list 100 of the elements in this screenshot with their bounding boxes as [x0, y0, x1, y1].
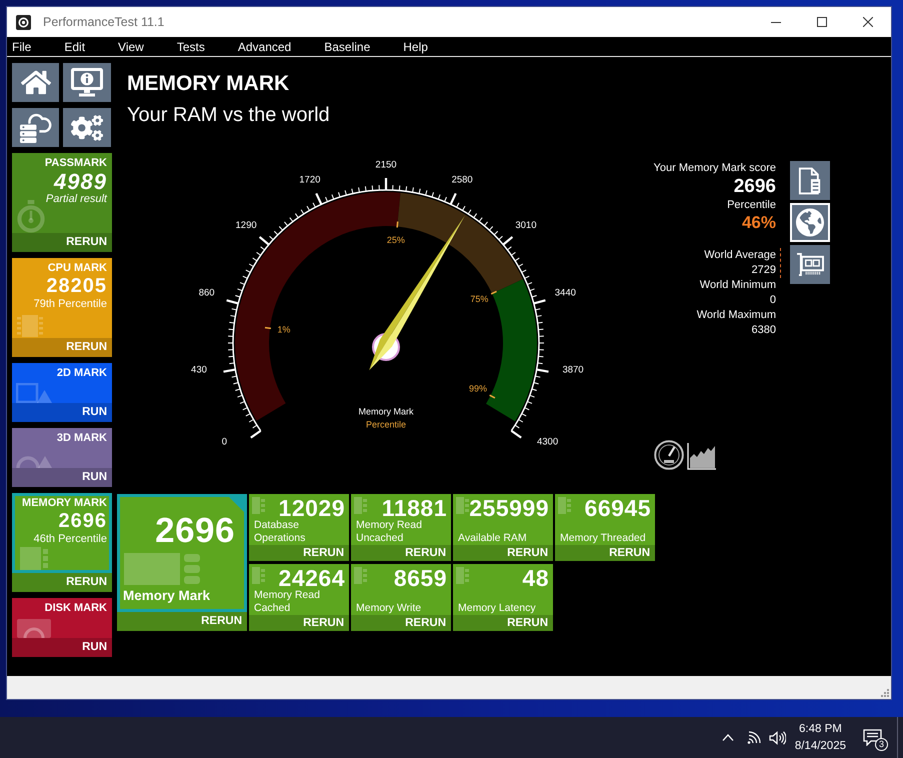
volume-icon[interactable] — [768, 730, 786, 744]
result-tile[interactable]: 8659 Memory Write RERUN — [351, 564, 451, 631]
system-info-button[interactable] — [63, 63, 111, 102]
result-score: 8659 — [394, 567, 447, 589]
scale-label: 3010 — [515, 220, 536, 232]
run-button[interactable]: RERUN — [249, 615, 349, 631]
speedometer-icon[interactable] — [654, 440, 684, 470]
scale-label: 3440 — [554, 288, 576, 299]
run-button[interactable]: RERUN — [117, 612, 247, 631]
home-icon — [20, 69, 50, 96]
menu-item[interactable]: View — [118, 38, 144, 54]
view-button[interactable] — [790, 245, 830, 284]
stat-label: World Minimum — [700, 278, 776, 293]
scale-label: 1290 — [236, 220, 257, 232]
notification-icon[interactable] — [863, 729, 882, 746]
result-score: 11881 — [382, 497, 447, 519]
benchmark-tile[interactable]: CPU MARK 28205 79th Percentile RERUN — [12, 258, 112, 357]
result-tile[interactable]: 66945 Memory Threaded RERUN — [555, 494, 655, 561]
chevron-up-icon[interactable] — [722, 734, 734, 741]
memory-chip-icon — [354, 567, 367, 584]
run-button[interactable]: RUN — [12, 403, 112, 422]
percentile-tick — [489, 394, 496, 399]
clock-time: 6:48 PM — [799, 722, 842, 736]
result-tile[interactable]: 24264 Memory Read Cached RERUN — [249, 564, 349, 631]
memory-chip-icon — [252, 497, 265, 514]
result-tile[interactable]: 12029 Database Operations RERUN — [249, 494, 349, 561]
gauge-caption: Memory Mark — [358, 406, 414, 416]
menu-item[interactable]: Edit — [64, 38, 86, 54]
view-button[interactable] — [790, 161, 830, 200]
tile-score: 4989 — [54, 170, 107, 193]
menu-item[interactable]: Tests — [176, 38, 205, 54]
run-button[interactable]: RERUN — [12, 233, 112, 252]
run-button[interactable]: RERUN — [453, 615, 553, 631]
app-icon — [16, 14, 31, 30]
cloud-button[interactable] — [12, 108, 59, 147]
chip-icon — [16, 314, 44, 338]
run-button[interactable]: RERUN — [249, 545, 349, 561]
percentile-label: 25% — [386, 234, 405, 245]
benchmark-tile[interactable]: 2D MARK RUN — [12, 363, 112, 422]
memory-chip-icon — [252, 567, 265, 584]
benchmark-tile[interactable]: DISK MARK RUN — [12, 598, 112, 657]
run-button[interactable]: RUN — [12, 468, 112, 487]
stat-label: World Average — [704, 248, 776, 263]
menu-item[interactable]: Help — [403, 38, 428, 54]
page-subtitle: Your RAM vs the world — [127, 103, 330, 128]
menu-item[interactable]: Advanced — [238, 38, 292, 54]
result-tile[interactable]: 11881 Memory Read Uncached RERUN — [351, 494, 451, 561]
result-score: 24264 — [278, 567, 345, 589]
maximize-icon — [817, 17, 827, 27]
tile-title: MEMORY MARK — [22, 496, 107, 510]
tile-note: 79th Percentile — [34, 298, 107, 311]
score-label: Your Memory Mark score — [654, 161, 776, 176]
wifi-icon[interactable] — [746, 731, 761, 744]
scale-label: 1720 — [299, 174, 320, 186]
memory-chip-icon — [354, 497, 367, 514]
clock-date: 8/14/2025 — [794, 738, 846, 754]
menu-item[interactable]: File — [12, 38, 32, 54]
run-button[interactable]: RERUN — [12, 573, 112, 592]
tile-title: 3D MARK — [56, 431, 107, 445]
percentile-caption: Percentile — [727, 198, 776, 213]
tile-note: 46th Percentile — [34, 533, 107, 546]
result-tile[interactable]: 255999 Available RAM RERUN — [453, 494, 553, 561]
home-button[interactable] — [12, 63, 59, 102]
folded-corner-icon — [229, 497, 244, 512]
result-score: 48 — [522, 567, 549, 589]
tile-score: 28205 — [46, 275, 107, 298]
percentile-label: 99% — [468, 384, 487, 394]
result-tile[interactable]: 2696 Memory Mark RERUN — [117, 494, 247, 631]
scale-label: 4300 — [536, 436, 558, 448]
run-button[interactable]: RUN — [12, 638, 112, 657]
menu-item[interactable]: Baseline — [324, 38, 370, 54]
benchmark-tile[interactable]: PASSMARK 4989 Partial result RERUN — [12, 153, 112, 252]
run-button[interactable]: RERUN — [351, 615, 451, 631]
result-tile[interactable]: 48 Memory Latency RERUN — [453, 564, 553, 631]
stat-label: World Maximum — [696, 308, 776, 323]
result-score: 255999 — [469, 497, 549, 519]
page-title: MEMORY MARK — [127, 72, 290, 96]
benchmark-tile[interactable]: MEMORY MARK 2696 46th Percentile RERUN — [12, 493, 112, 592]
area-chart-icon[interactable] — [687, 442, 716, 470]
stopwatch-icon — [16, 200, 46, 233]
memory-module-icon — [19, 546, 49, 570]
globe-icon — [796, 208, 824, 237]
memory-chip-icon — [456, 567, 469, 584]
scale-label: 860 — [198, 288, 215, 299]
benchmark-tile[interactable]: 3D MARK RUN — [12, 428, 112, 487]
result-score: 66945 — [584, 497, 651, 519]
resize-grip-icon[interactable] — [881, 689, 889, 697]
run-button[interactable]: RERUN — [12, 338, 112, 357]
tile-note: Partial result — [46, 193, 107, 206]
result-label: Memory Threaded — [560, 532, 647, 545]
tile-title: DISK MARK — [44, 601, 107, 615]
tile-score: 2696 — [58, 510, 107, 533]
scale-label: 3870 — [562, 364, 584, 376]
settings-button[interactable] — [63, 108, 111, 147]
run-button[interactable]: RERUN — [453, 545, 553, 561]
notification-badge: 3 — [875, 738, 888, 751]
score-value: 2696 — [734, 176, 776, 198]
run-button[interactable]: RERUN — [555, 545, 655, 561]
monitor-info-icon — [71, 68, 103, 97]
run-button[interactable]: RERUN — [351, 545, 451, 561]
